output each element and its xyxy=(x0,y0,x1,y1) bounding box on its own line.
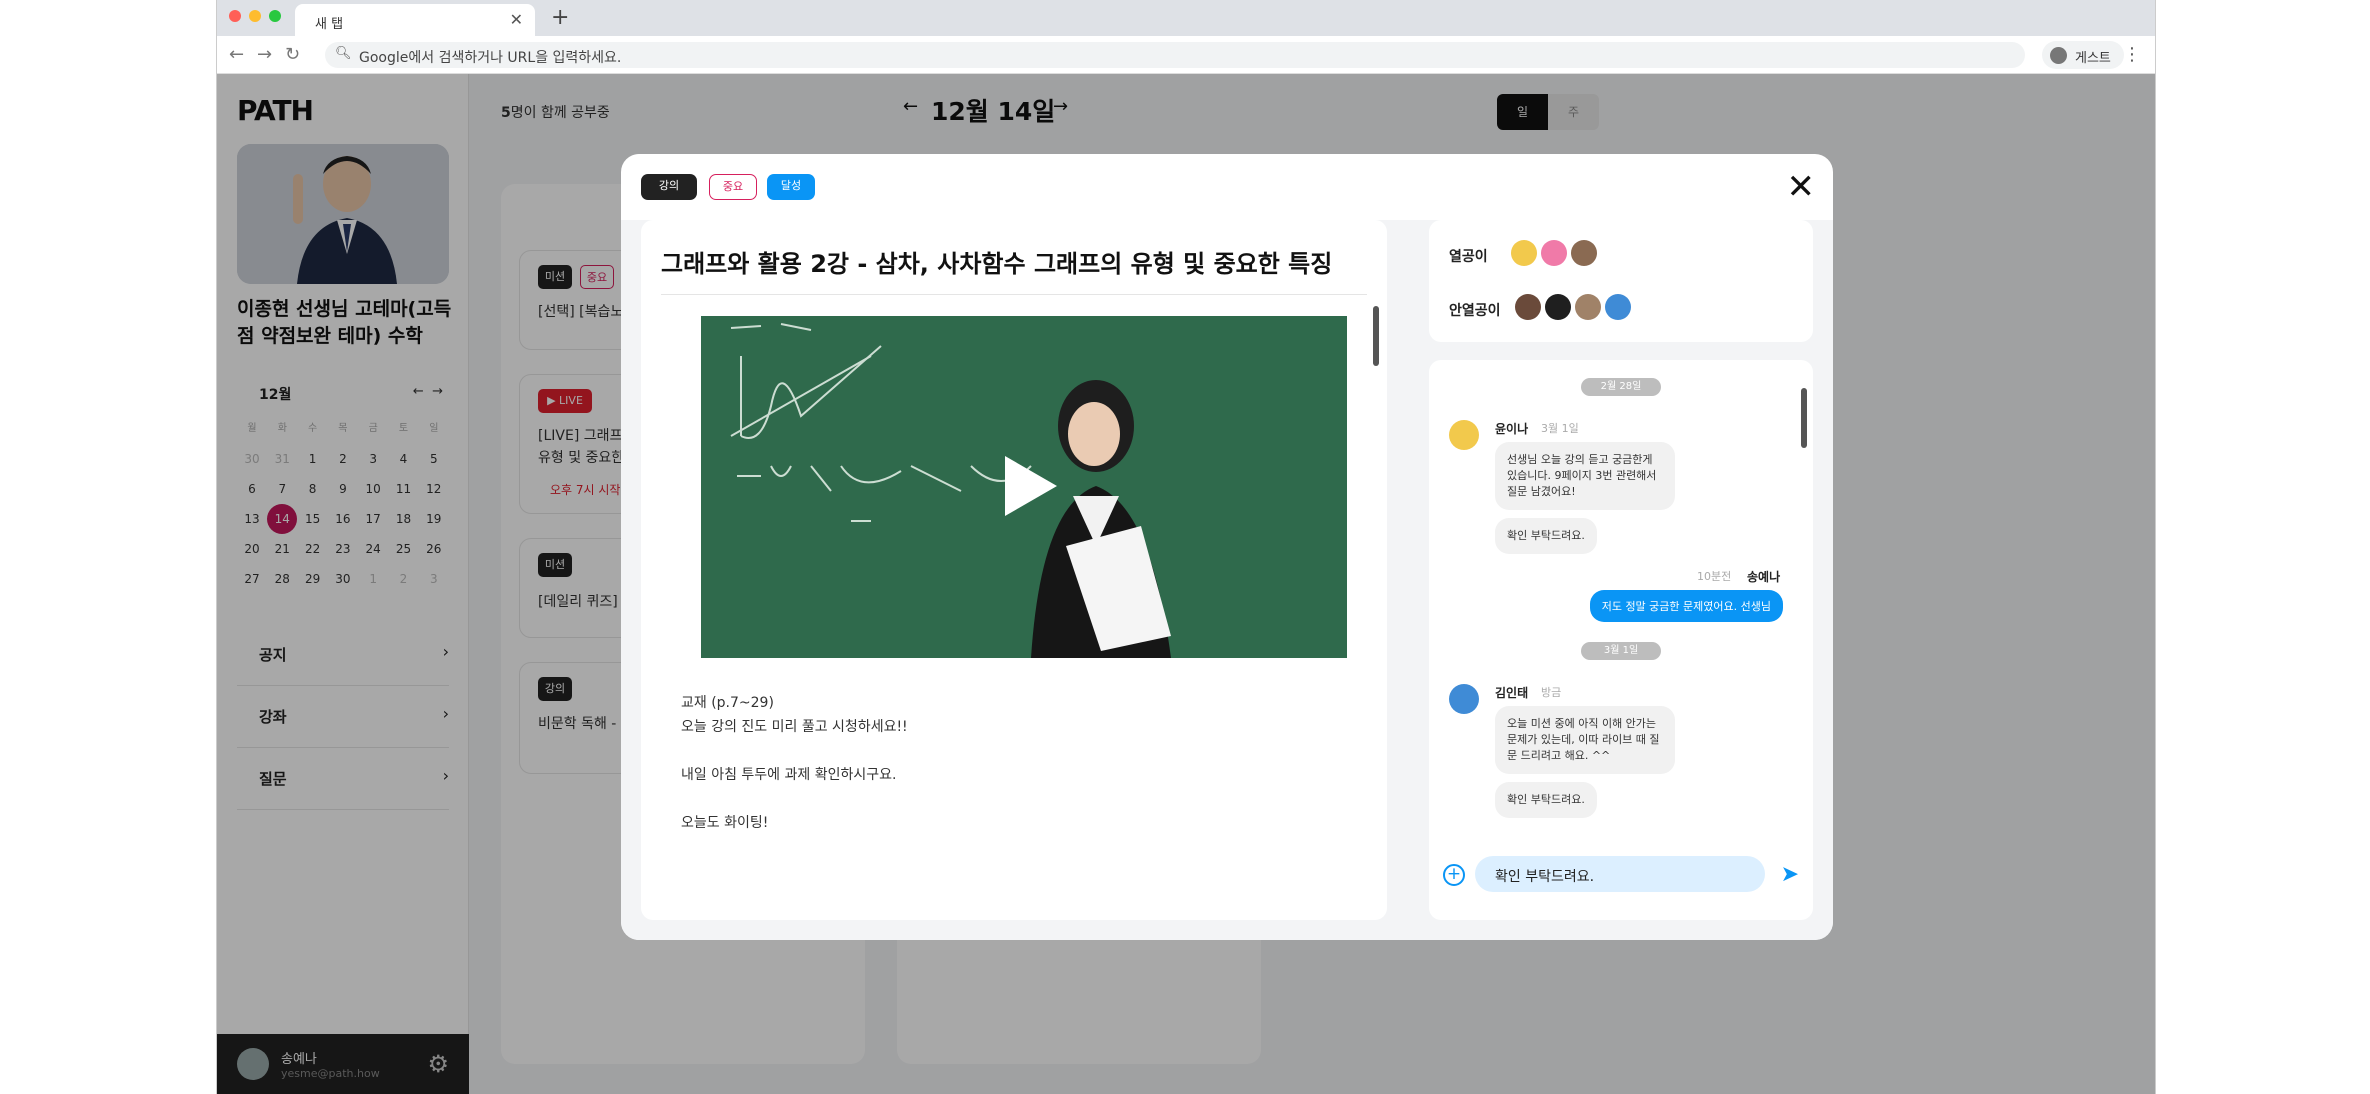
divider xyxy=(661,294,1367,295)
browser-window: 새 탭 ✕ + ← → ↻ 🔍︎ Google에서 검색하거나 URL을 입력하… xyxy=(216,0,2156,1094)
chat-input-value: 확인 부탁드려요. xyxy=(1495,869,1595,885)
done-chip: 달성 xyxy=(767,174,815,200)
important-chip: 중요 xyxy=(709,174,757,200)
lecture-description: 오늘 강의 진도 미리 풀고 시청하세요!! xyxy=(681,719,908,735)
close-icon[interactable]: ✕ xyxy=(510,10,523,29)
more-icon[interactable]: ⋮ xyxy=(2123,44,2141,65)
lecture-description: 내일 아침 투두에 과제 확인하시구요. xyxy=(681,767,897,783)
address-bar[interactable]: 🔍︎ Google에서 검색하거나 URL을 입력하세요. xyxy=(325,42,2025,68)
attach-plus-icon[interactable]: + xyxy=(1443,864,1465,886)
maximize-window-button[interactable] xyxy=(269,10,281,22)
video-player[interactable] xyxy=(701,316,1347,658)
search-icon: 🔍︎ xyxy=(335,46,352,61)
address-toolbar: ← → ↻ 🔍︎ Google에서 검색하거나 URL을 입력하세요. 게스트 … xyxy=(217,36,2155,74)
minimize-window-button[interactable] xyxy=(249,10,261,22)
profile-icon xyxy=(2050,47,2067,64)
scrollbar[interactable] xyxy=(1801,388,1807,448)
lecture-chip: 강의 xyxy=(641,174,697,200)
chat-bubble: 확인 부탁드려요. xyxy=(1495,782,1597,818)
close-icon[interactable]: ✕ xyxy=(1787,170,1816,204)
lecture-description: 교재 (p.7~29) xyxy=(681,695,774,711)
forward-icon[interactable]: → xyxy=(257,44,272,65)
modal-body: 그래프와 활용 2강 - 삼차, 사차함수 그래프의 유형 및 중요한 특징 교… xyxy=(621,220,1833,940)
avatar xyxy=(1545,294,1571,320)
studying-label: 열공이 xyxy=(1449,249,1488,265)
avatar xyxy=(1575,294,1601,320)
back-icon[interactable]: ← xyxy=(229,44,244,65)
lecture-description: 오늘도 화이팅! xyxy=(681,815,769,831)
avatar xyxy=(1541,240,1567,266)
not-studying-label: 안열공이 xyxy=(1449,303,1501,319)
message-time: 3월 1일 xyxy=(1541,422,1579,435)
chat-bubble: 선생님 오늘 강의 듣고 궁금한게 있습니다. 9페이지 3번 관련해서 질문 … xyxy=(1495,442,1675,510)
avatar xyxy=(1605,294,1631,320)
avatar xyxy=(1449,420,1479,450)
avatar xyxy=(1571,240,1597,266)
guest-label: 게스트 xyxy=(2075,51,2111,66)
chat-input[interactable]: 확인 부탁드려요. xyxy=(1475,856,1765,892)
send-icon[interactable]: ➤ xyxy=(1781,862,1799,887)
message-author: 김인태 xyxy=(1495,686,1529,700)
message-author: 송예나 xyxy=(1747,570,1781,584)
close-window-button[interactable] xyxy=(229,10,241,22)
date-divider: 3월 1일 xyxy=(1581,642,1661,660)
tab-bar: 새 탭 ✕ + xyxy=(217,0,2155,36)
avatar xyxy=(1449,684,1479,714)
play-icon[interactable] xyxy=(1005,456,1057,516)
message-time: 10분전 xyxy=(1697,570,1732,583)
message-author: 윤이나 xyxy=(1495,422,1529,436)
tab-title: 새 탭 xyxy=(315,17,344,32)
scrollbar[interactable] xyxy=(1373,306,1379,366)
date-divider: 2월 28일 xyxy=(1581,378,1661,396)
lecture-title: 그래프와 활용 2강 - 삼차, 사차함수 그래프의 유형 및 중요한 특징 xyxy=(661,250,1333,278)
avatar xyxy=(1515,294,1541,320)
new-tab-icon[interactable]: + xyxy=(551,5,569,30)
avatar xyxy=(1511,240,1537,266)
my-chat-bubble: 저도 정말 궁금한 문제였어요. 선생님 xyxy=(1589,590,1783,622)
address-placeholder: Google에서 검색하거나 URL을 입력하세요. xyxy=(359,50,622,66)
chat-bubble: 오늘 미션 중에 아직 이해 안가는 문제가 있는데, 이따 라이브 때 질문 … xyxy=(1495,706,1675,774)
lecture-modal: 강의 중요 달성 ✕ 그래프와 활용 2강 - 삼차, 사차함수 그래프의 유형… xyxy=(621,154,1833,940)
message-time: 방금 xyxy=(1541,686,1562,699)
guest-profile-button[interactable]: 게스트 xyxy=(2042,41,2124,69)
lecture-panel: 그래프와 활용 2강 - 삼차, 사차함수 그래프의 유형 및 중요한 특징 교… xyxy=(641,220,1387,920)
study-status-panel: 열공이 안열공이 xyxy=(1429,220,1813,342)
reload-icon[interactable]: ↻ xyxy=(285,44,300,65)
chat-bubble: 확인 부탁드려요. xyxy=(1495,518,1597,554)
browser-tab[interactable]: 새 탭 ✕ xyxy=(295,4,535,36)
chat-panel: 2월 28일 윤이나 3월 1일 선생님 오늘 강의 듣고 궁금한게 있습니다.… xyxy=(1429,360,1813,920)
